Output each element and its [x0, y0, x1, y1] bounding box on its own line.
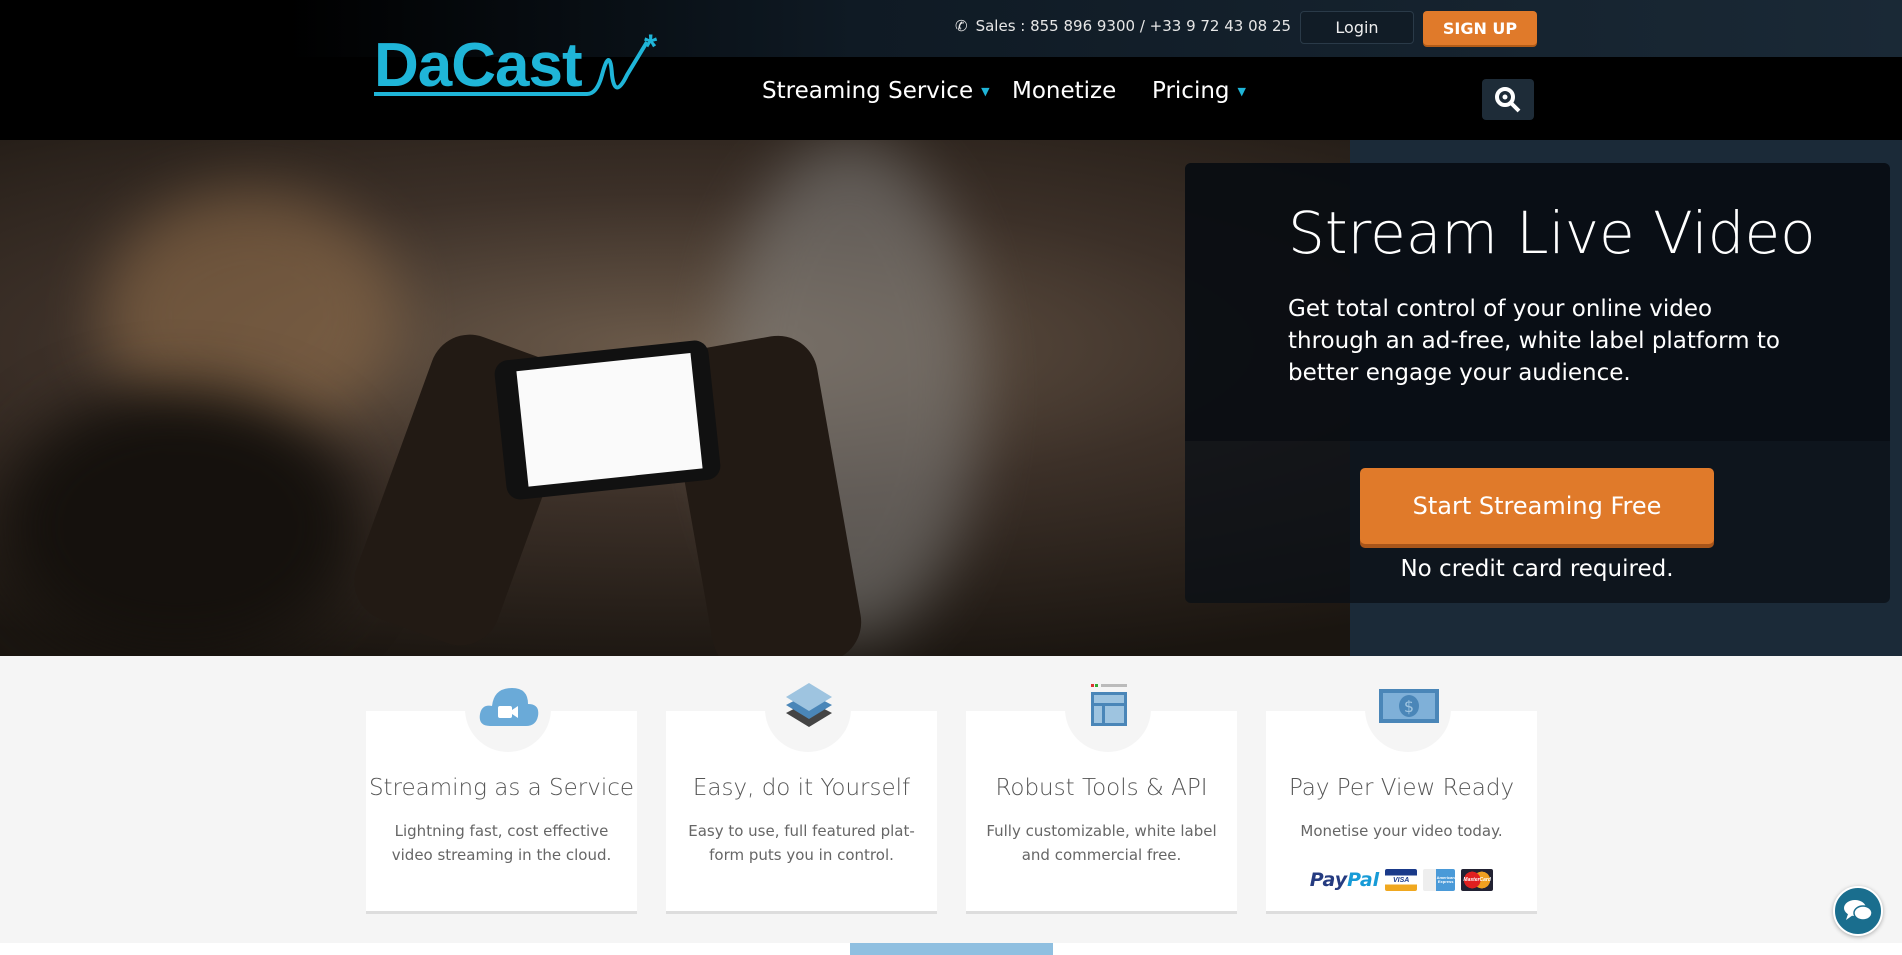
caret-down-icon: ▼ [1237, 84, 1246, 98]
mastercard-icon: MasterCard [1461, 869, 1494, 891]
nav-pricing[interactable]: Pricing ▼ [1152, 78, 1246, 104]
visa-card-icon: Visa [1385, 869, 1418, 891]
search-button[interactable] [1482, 79, 1534, 120]
feature-card: $ Pay Per View Ready Monetise your video… [1266, 666, 1537, 914]
hero-banner: Stream Live Video Get total control of y… [0, 140, 1902, 656]
feature-card: Robust Tools & API Fully customizable, w… [966, 666, 1237, 914]
feature-card: Easy, do it Yourself Easy to use, full f… [666, 666, 937, 914]
start-streaming-button[interactable]: Start Streaming Free [1360, 468, 1714, 544]
hero-title: Stream Live Video [1288, 199, 1816, 267]
no-credit-card-note: No credit card required. [1400, 556, 1674, 582]
phone-image [493, 339, 722, 501]
cloud-video-icon [474, 676, 544, 736]
svg-text:$: $ [1404, 697, 1414, 716]
browser-layout-icon [1074, 676, 1144, 736]
nav-monetize[interactable]: Monetize [1012, 78, 1116, 104]
search-icon [1495, 86, 1521, 112]
layers-icon [774, 676, 844, 736]
sales-phone: ✆ Sales : 855 896 9300 / +33 9 72 43 08 2… [955, 17, 1292, 35]
top-bar [0, 0, 1902, 57]
chat-button[interactable] [1833, 886, 1883, 936]
chat-icon [1844, 900, 1873, 921]
caret-down-icon: ▼ [981, 84, 990, 98]
logo-swoosh-icon: * [374, 30, 658, 96]
signup-button[interactable]: SIGN UP [1423, 11, 1537, 45]
site-header: DaCast * ✆ Sales : 855 896 9300 / +33 9 7… [0, 0, 1902, 140]
login-button[interactable]: Login [1300, 11, 1414, 44]
nav-streaming-service[interactable]: Streaming Service ▼ [762, 78, 990, 104]
banknote-icon: $ [1374, 676, 1444, 736]
hero-panel: Stream Live Video Get total control of y… [1185, 163, 1890, 603]
phone-icon: ✆ [955, 17, 968, 35]
svg-text:*: * [644, 30, 658, 66]
amex-card-icon: American Express [1423, 869, 1456, 891]
bottom-tab[interactable] [850, 943, 1053, 955]
paypal-logo: PayPal [1309, 869, 1380, 891]
features-section: Streaming as a Service Lightning fast, c… [0, 656, 1902, 943]
feature-card: Streaming as a Service Lightning fast, c… [366, 666, 637, 914]
hero-subtitle: Get total control of your online video t… [1288, 296, 1780, 386]
payment-methods: PayPal Visa American Express MasterCard [1266, 869, 1537, 891]
